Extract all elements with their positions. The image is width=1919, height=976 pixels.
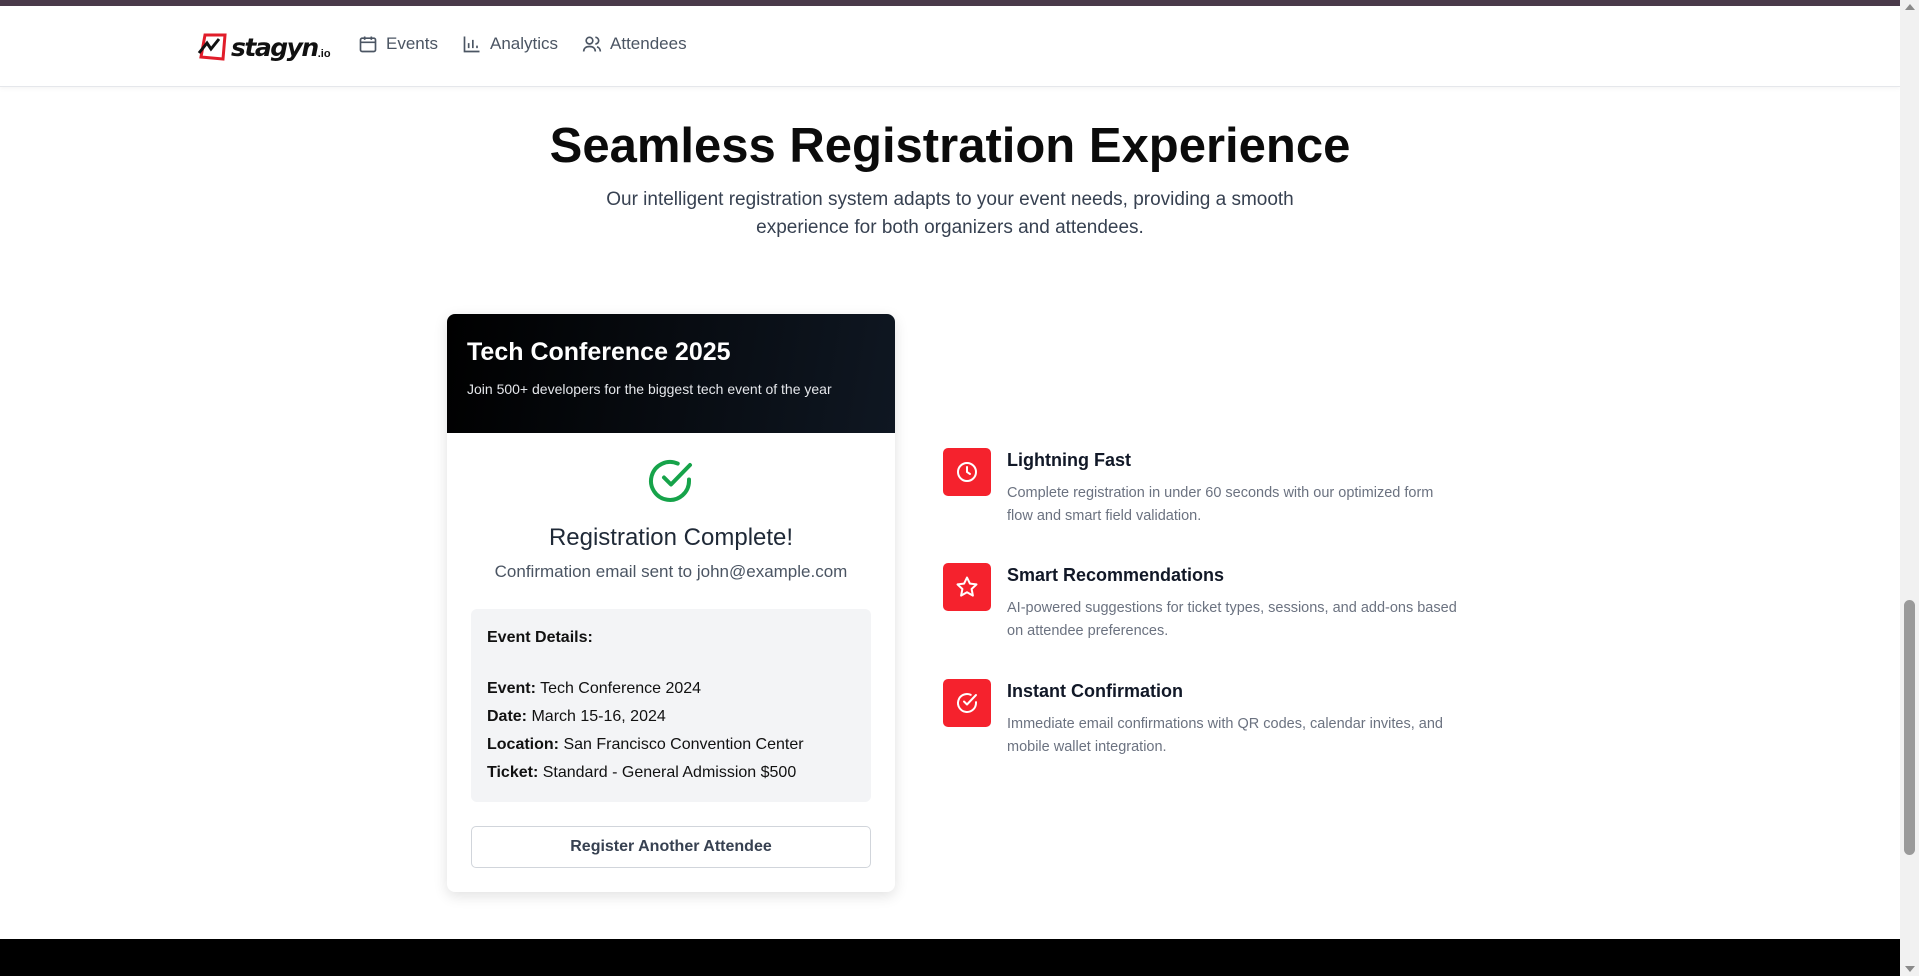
nav-label: Attendees bbox=[610, 34, 687, 53]
star-icon bbox=[943, 563, 991, 611]
scroll-down-arrow-icon[interactable] bbox=[1905, 966, 1915, 972]
check-circle-icon bbox=[648, 458, 694, 504]
calendar-icon bbox=[359, 36, 377, 53]
nav-label: Events bbox=[386, 34, 438, 53]
feature-title: Lightning Fast bbox=[1007, 450, 1131, 470]
registration-card: Tech Conference 2025 Join 500+ developer… bbox=[447, 314, 895, 892]
feature-description: AI-powered suggestions for ticket types,… bbox=[1007, 600, 1457, 639]
feature-item-smart-recommendations: Smart Recommendations AI-powered suggest… bbox=[943, 563, 1463, 663]
page-footer bbox=[0, 939, 1900, 976]
brand-logo[interactable]: stagyn .io bbox=[197, 30, 331, 64]
users-icon bbox=[582, 36, 602, 52]
register-another-attendee-button[interactable]: Register Another Attendee bbox=[471, 826, 871, 868]
vertical-scrollbar[interactable] bbox=[1900, 0, 1919, 976]
detail-row-date: Date: March 15-16, 2024 bbox=[487, 703, 855, 731]
detail-row-location: Location: San Francisco Convention Cente… bbox=[487, 731, 855, 759]
nav-label: Analytics bbox=[489, 34, 559, 53]
detail-value: San Francisco Convention Center bbox=[563, 736, 804, 753]
detail-value: Tech Conference 2024 bbox=[540, 680, 702, 697]
nav-item-events[interactable]: Events bbox=[358, 34, 438, 54]
detail-row-ticket: Ticket: Standard - General Admission $50… bbox=[487, 759, 855, 787]
brand-name: stagyn bbox=[231, 32, 319, 62]
feature-description: Complete registration in under 60 second… bbox=[1007, 485, 1434, 524]
brand-tld: .io bbox=[317, 48, 331, 60]
detail-label: Event: bbox=[487, 680, 536, 697]
details-heading: Event Details: bbox=[487, 629, 593, 646]
detail-value: March 15-16, 2024 bbox=[531, 708, 666, 725]
detail-row-event: Event: Tech Conference 2024 bbox=[487, 675, 855, 703]
feature-item-instant-confirmation: Instant Confirmation Immediate email con… bbox=[943, 679, 1463, 779]
scrollbar-thumb[interactable] bbox=[1904, 600, 1915, 855]
detail-label: Location: bbox=[487, 736, 559, 753]
feature-description: Immediate email confirmations with QR co… bbox=[1007, 716, 1443, 755]
scroll-up-arrow-icon[interactable] bbox=[1905, 4, 1915, 10]
main-nav: Events Analytics Attendees bbox=[358, 34, 687, 54]
check-circle-icon bbox=[943, 679, 991, 727]
feature-title: Instant Confirmation bbox=[1007, 681, 1183, 701]
nav-item-analytics[interactable]: Analytics bbox=[462, 34, 558, 54]
card-header: Tech Conference 2025 Join 500+ developer… bbox=[447, 314, 895, 433]
card-description: Join 500+ developers for the biggest tec… bbox=[467, 381, 832, 397]
clock-icon bbox=[943, 448, 991, 496]
detail-value: Standard - General Admission $500 bbox=[542, 764, 797, 781]
nav-item-attendees[interactable]: Attendees bbox=[582, 34, 687, 54]
page-subtitle: Our intelligent registration system adap… bbox=[606, 189, 1294, 238]
page-title: Seamless Registration Experience bbox=[549, 119, 1351, 173]
registration-status-title: Registration Complete! bbox=[548, 524, 794, 551]
top-navbar: stagyn .io Events Analytics Attendees bbox=[0, 6, 1900, 87]
confirmation-message: Confirmation email sent to john@example.… bbox=[494, 562, 848, 581]
detail-label: Date: bbox=[487, 708, 528, 725]
bar-chart-icon bbox=[463, 36, 480, 53]
card-title: Tech Conference 2025 bbox=[467, 338, 731, 366]
event-details-box: Event Details: Event: Tech Conference 20… bbox=[471, 609, 871, 802]
feature-item-lightning-fast: Lightning Fast Complete registration in … bbox=[943, 448, 1463, 548]
detail-label: Ticket: bbox=[487, 764, 539, 781]
logo-mark-icon bbox=[197, 31, 229, 63]
feature-title: Smart Recommendations bbox=[1007, 565, 1225, 585]
